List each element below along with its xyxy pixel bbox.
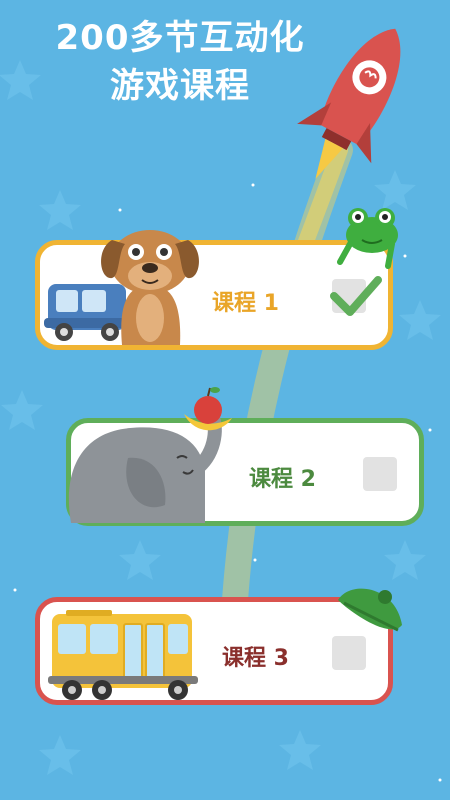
lesson-card-1[interactable]: 课程 1 — [35, 240, 393, 350]
rocket-icon — [297, 28, 401, 179]
lesson-card-3[interactable]: 课程 3 — [35, 597, 393, 705]
lesson-1-checkbox[interactable] — [332, 279, 366, 313]
lesson-3-label: 课程 3 — [222, 646, 289, 671]
lesson-2-label: 课程 2 — [249, 467, 316, 492]
lesson-1-label: 课程 1 — [212, 291, 279, 316]
lesson-3-checkbox[interactable] — [332, 636, 366, 670]
lesson-2-checkbox[interactable] — [363, 457, 397, 491]
lesson-card-2[interactable]: 课程 2 — [66, 418, 424, 526]
